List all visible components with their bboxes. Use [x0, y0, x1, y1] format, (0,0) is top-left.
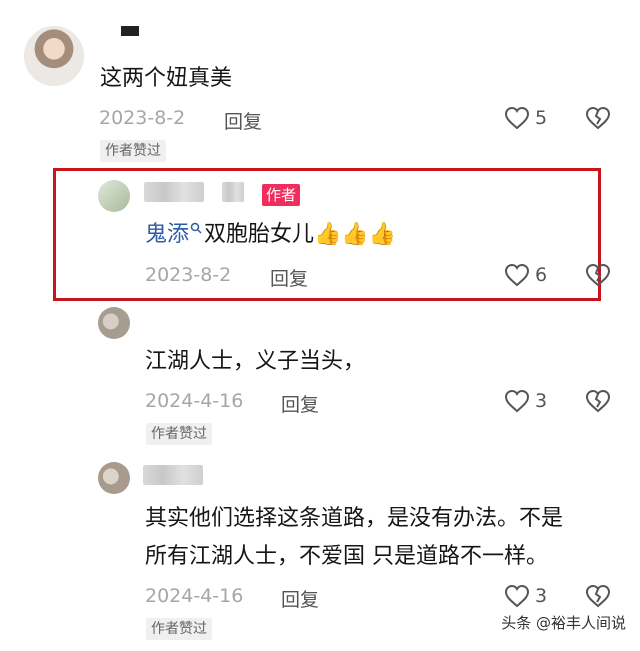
- heart-outline-icon[interactable]: [504, 106, 530, 130]
- comment-body: 双胞胎女儿: [204, 222, 315, 247]
- avatar[interactable]: [98, 180, 130, 212]
- mention-link[interactable]: 鬼添: [145, 222, 189, 247]
- comment-text: 鬼添 双胞胎女儿👍👍👍: [145, 220, 396, 250]
- heart-outline-icon[interactable]: [504, 263, 530, 287]
- author-liked-badge: 作者赞过: [146, 423, 212, 445]
- search-icon[interactable]: [190, 222, 202, 234]
- avatar[interactable]: [98, 462, 130, 494]
- comment-date: 2024-4-16: [145, 585, 244, 607]
- author-liked-badge: 作者赞过: [146, 618, 212, 640]
- like-count: 3: [535, 390, 548, 412]
- comment-text: 这两个妞真美: [100, 66, 233, 91]
- comment-text: 江湖人士，义子当头，: [145, 349, 366, 374]
- broken-heart-icon[interactable]: [585, 263, 611, 287]
- heart-outline-icon[interactable]: [504, 389, 530, 413]
- like-count: 3: [535, 585, 548, 607]
- reply-button[interactable]: 回复: [224, 107, 262, 134]
- comment-date: 2023-8-2: [99, 107, 186, 129]
- broken-heart-icon[interactable]: [585, 584, 611, 608]
- comment-date: 2023-8-2: [145, 264, 232, 286]
- thumbs-up-emojis: 👍👍👍: [314, 222, 397, 247]
- like-count: 6: [535, 264, 548, 286]
- avatar[interactable]: [24, 26, 84, 86]
- author-tag: 作者: [262, 184, 301, 206]
- broken-heart-icon[interactable]: [585, 106, 611, 130]
- avatar[interactable]: [98, 307, 130, 339]
- like-count: 5: [535, 107, 548, 129]
- reply-button[interactable]: 回复: [270, 264, 308, 291]
- username-blurred: [143, 465, 203, 485]
- broken-heart-icon[interactable]: [585, 389, 611, 413]
- comment-date: 2024-4-16: [145, 390, 244, 412]
- comment-text-line: 所有江湖人士，不爱国 只是道路不一样。: [145, 544, 548, 569]
- watermark: 头条 @裕丰人间说: [501, 614, 626, 632]
- author-liked-badge: 作者赞过: [100, 140, 166, 162]
- reply-button[interactable]: 回复: [281, 390, 319, 417]
- comment-text-line: 其实他们选择这条道路，是没有办法。不是: [145, 506, 564, 531]
- heart-outline-icon[interactable]: [504, 584, 530, 608]
- username-redacted: [121, 26, 139, 36]
- username-blurred: [222, 182, 244, 202]
- reply-button[interactable]: 回复: [281, 585, 319, 612]
- username-blurred: [144, 182, 204, 202]
